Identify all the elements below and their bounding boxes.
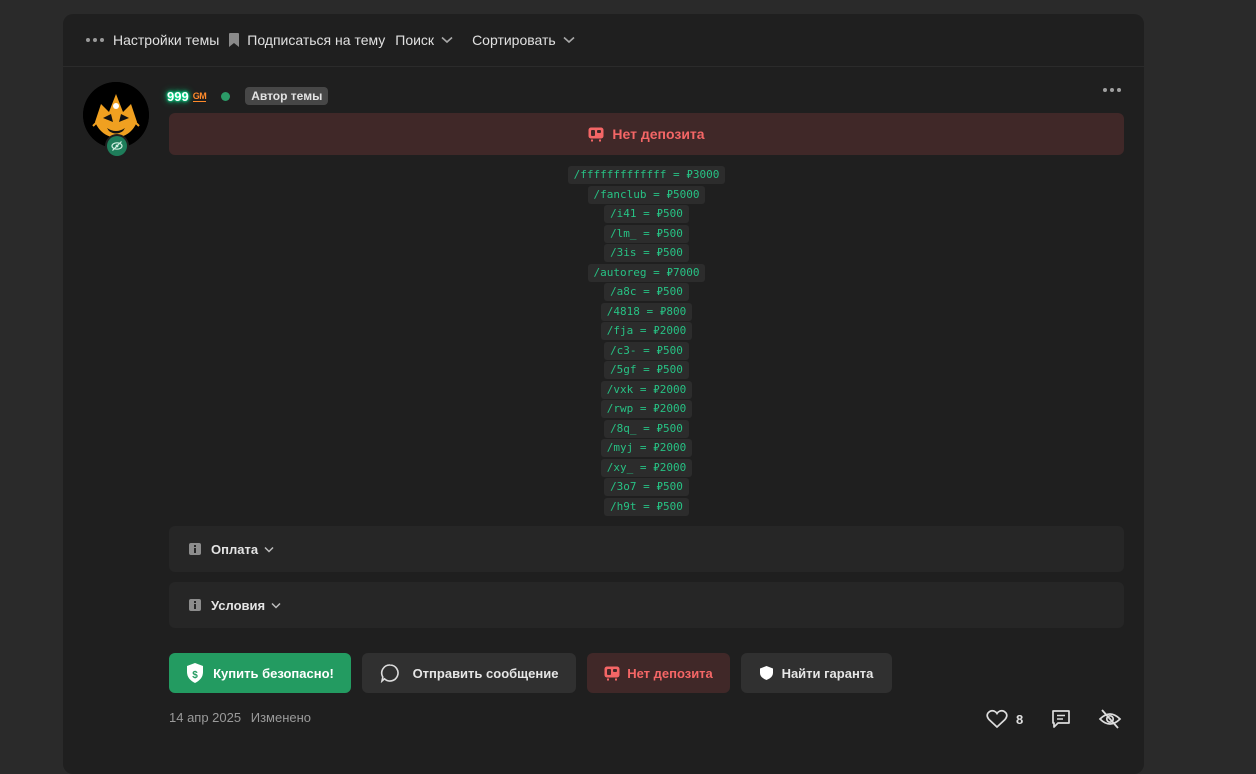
no-deposit-label: Нет депозита <box>627 665 713 681</box>
code-item: /i41 = ₽500 <box>604 205 689 223</box>
buy-safely-label: Купить безопасно! <box>213 665 334 681</box>
post-date[interactable]: 14 апр 2025 <box>169 710 241 725</box>
sort-label: Сортировать <box>472 32 556 48</box>
thread-settings-label: Настройки темы <box>113 32 220 48</box>
code-item: /5gf = ₽500 <box>604 361 689 379</box>
shield-icon <box>759 666 773 680</box>
subscribe-label: Подписаться на тему <box>247 32 386 48</box>
bookmark-icon <box>229 33 240 47</box>
code-item: /lm_ = ₽500 <box>604 224 689 243</box>
chevron-down-icon <box>264 546 274 553</box>
conditions-spoiler[interactable]: Условия <box>169 582 1124 628</box>
post-actions: 8 <box>986 708 1122 730</box>
shield-dollar-icon: $ <box>187 663 204 683</box>
info-icon <box>189 543 201 555</box>
dots-icon <box>1103 88 1107 92</box>
search-label: Поиск <box>395 32 435 48</box>
post-menu-button[interactable] <box>1103 88 1121 92</box>
like-count: 8 <box>1016 711 1024 727</box>
online-indicator <box>221 91 231 101</box>
sort-dropdown[interactable]: Сортировать <box>472 32 575 48</box>
eye-off-icon <box>111 141 123 151</box>
code-item: /myj = ₽2000 <box>600 439 693 457</box>
code-item: /xy_ = ₽2000 <box>600 458 693 477</box>
chevron-down-icon <box>271 602 281 609</box>
code-item: /fffffffffffff = ₽3000 <box>567 166 726 184</box>
like-button[interactable]: 8 <box>986 709 1023 729</box>
conditions-spoiler-label: Условия <box>211 597 266 613</box>
status-badge <box>105 134 129 158</box>
code-item: /vxk = ₽2000 <box>600 380 693 399</box>
code-item: /3o7 = ₽500 <box>604 478 689 496</box>
rank-badge: GM <box>192 90 207 102</box>
send-message-button[interactable]: Отправить сообщение <box>362 653 576 693</box>
username-link[interactable]: 999 <box>167 89 189 104</box>
chevron-down-icon <box>441 36 453 44</box>
edited-label: Изменено <box>250 710 312 725</box>
chevron-down-icon <box>563 36 575 44</box>
find-guarantor-label: Найти гаранта <box>781 665 874 681</box>
code-item: /h9t = ₽500 <box>604 497 689 516</box>
code-item: /4818 = ₽800 <box>600 302 693 321</box>
find-guarantor-button[interactable]: Найти гаранта <box>741 653 892 693</box>
code-item: /fja = ₽2000 <box>600 322 693 340</box>
wallet-icon <box>588 127 604 141</box>
payment-spoiler-label: Оплата <box>211 541 259 557</box>
code-item: /rwp = ₽2000 <box>600 400 693 418</box>
code-list: /fffffffffffff = ₽3000/fanclub = ₽5000/i… <box>169 166 1124 517</box>
dots-icon <box>86 38 104 42</box>
payment-spoiler[interactable]: Оплата <box>169 526 1124 572</box>
subscribe-button[interactable]: Подписаться на тему <box>219 32 385 48</box>
deposit-banner: Нет депозита <box>169 113 1124 155</box>
code-item: /3is = ₽500 <box>604 244 689 262</box>
code-item: /fanclub = ₽5000 <box>587 185 706 204</box>
wallet-icon <box>604 666 620 680</box>
code-item: /8q_ = ₽500 <box>604 419 689 438</box>
svg-text:$: $ <box>192 670 198 681</box>
info-icon <box>189 599 201 611</box>
post-author-row: 999 GM Автор темы <box>167 86 329 106</box>
no-deposit-button[interactable]: Нет депозита <box>587 653 730 693</box>
thread-card: Настройки темы Подписаться на тему Поиск… <box>63 14 1144 774</box>
send-message-label: Отправить сообщение <box>412 665 559 681</box>
code-item: /c3- = ₽500 <box>604 341 689 360</box>
deposit-banner-label: Нет депозита <box>612 126 705 142</box>
thread-toolbar: Настройки темы Подписаться на тему Поиск… <box>63 14 1144 67</box>
eye-off-icon[interactable] <box>1098 708 1122 730</box>
buy-safely-button[interactable]: $ Купить безопасно! <box>169 653 351 693</box>
comment-icon[interactable] <box>1050 708 1072 730</box>
code-item: /a8c = ₽500 <box>604 283 689 301</box>
code-item: /autoreg = ₽7000 <box>587 263 706 282</box>
chat-bubble-icon <box>380 664 399 683</box>
thread-settings-button[interactable]: Настройки темы <box>63 32 219 48</box>
author-badge: Автор темы <box>245 87 329 105</box>
heart-icon <box>986 709 1008 729</box>
post-meta: 14 апр 2025 Изменено <box>169 710 311 725</box>
search-dropdown[interactable]: Поиск <box>395 32 453 48</box>
